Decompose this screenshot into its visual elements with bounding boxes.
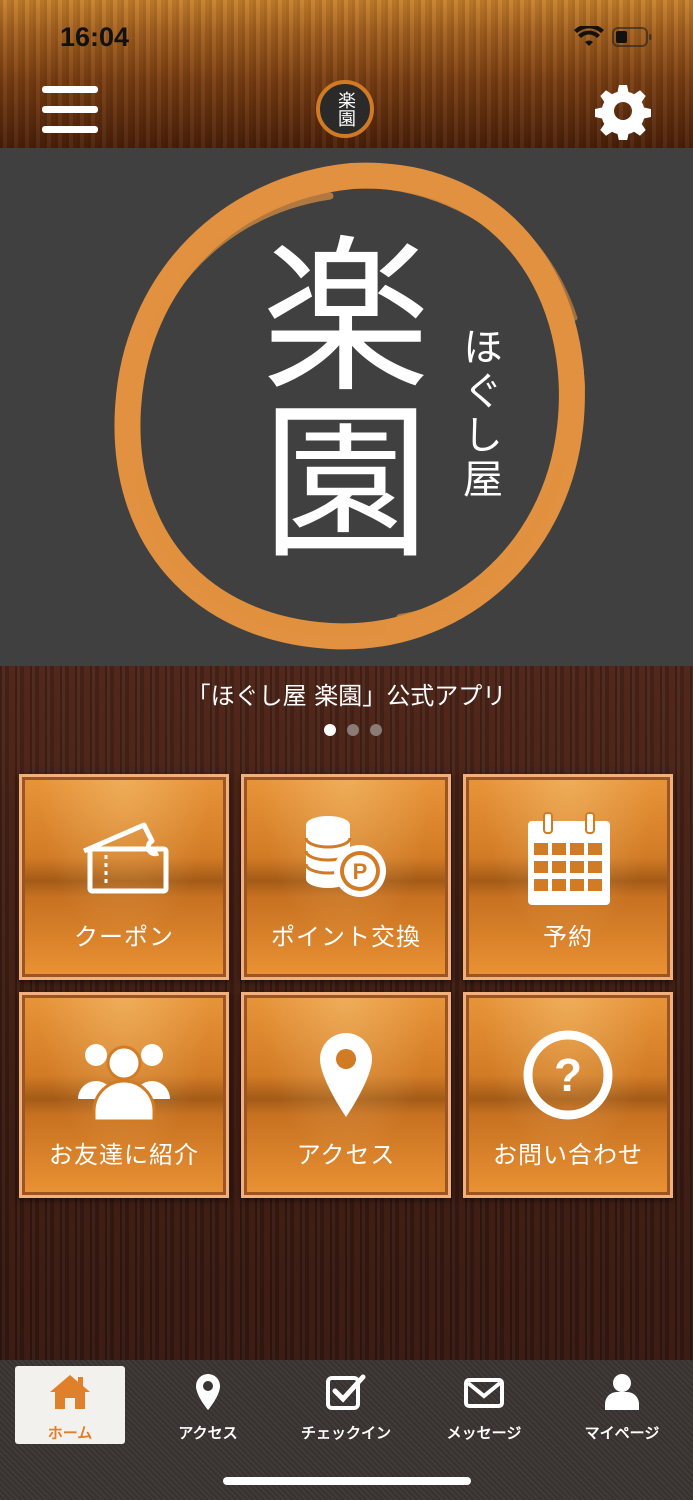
gear-icon [595,85,651,140]
tab-checkin[interactable]: チェックイン [291,1366,401,1444]
tab-messages-label: メッセージ [446,1424,522,1442]
brand-subtitle: ほぐし屋 [456,326,502,502]
tile-point-exchange[interactable]: P ポイント交換 [241,774,451,980]
tile-coupon[interactable]: クーポン [19,774,229,980]
brand-char-en: 園 [262,386,430,582]
hamburger-menu-icon [42,86,98,93]
tile-contact-label: お問い合わせ [493,1141,643,1169]
tab-home-label: ホーム [47,1424,93,1442]
tile-reservation[interactable]: 予約 [463,774,673,980]
tile-refer-friend[interactable]: お友達に紹介 [19,992,229,1198]
users-icon [78,1044,170,1123]
tab-mypage-label: マイページ [584,1424,660,1442]
tab-home[interactable]: ホーム [15,1366,125,1444]
svg-text:?: ? [554,1049,582,1101]
tab-access-label: アクセス [178,1424,238,1442]
header-logo[interactable]: 楽園 [316,80,374,138]
map-pin-icon [320,1033,372,1117]
top-bar: 16:04 楽園 [0,0,693,148]
calendar-icon [528,812,610,905]
tile-contact[interactable]: ? お問い合わせ [463,992,673,1198]
tile-point-exchange-label: ポイント交換 [271,923,421,951]
home-indicator [223,1477,471,1485]
home-icon [50,1375,90,1409]
carousel-dots [324,724,382,736]
settings-button[interactable] [594,82,652,140]
tile-access-label: アクセス [296,1141,396,1169]
tab-messages[interactable]: メッセージ [429,1366,539,1444]
battery-icon [612,27,652,47]
tile-access[interactable]: アクセス [241,992,451,1198]
svg-text:P: P [353,859,368,884]
status-time: 16:04 [60,22,130,52]
ticket-icon [83,822,169,894]
tab-mypage[interactable]: マイページ [567,1366,677,1444]
checkin-icon [326,1374,366,1410]
question-icon: ? [523,1030,613,1120]
tab-checkin-label: チェックイン [300,1424,391,1442]
carousel-dot-1[interactable] [324,724,336,736]
tile-refer-friend-label: お友達に紹介 [49,1141,199,1169]
tile-coupon-label: クーポン [74,923,174,951]
banner-caption: 「ほぐし屋 楽園」公式アプリ [186,682,507,710]
map-pin-icon [196,1374,220,1410]
brand-char-raku: 楽 [262,220,430,416]
menu-button[interactable] [42,86,100,136]
tab-access[interactable]: アクセス [153,1366,263,1444]
mail-icon [464,1378,504,1408]
carousel-dot-3[interactable] [370,724,382,736]
wifi-icon [574,26,604,46]
hero-banner[interactable]: 楽 園 ほぐし屋 [0,148,693,666]
tile-reservation-label: 予約 [543,923,593,951]
coins-icon: P [304,816,386,897]
carousel-dot-2[interactable] [347,724,359,736]
person-icon [605,1374,639,1410]
